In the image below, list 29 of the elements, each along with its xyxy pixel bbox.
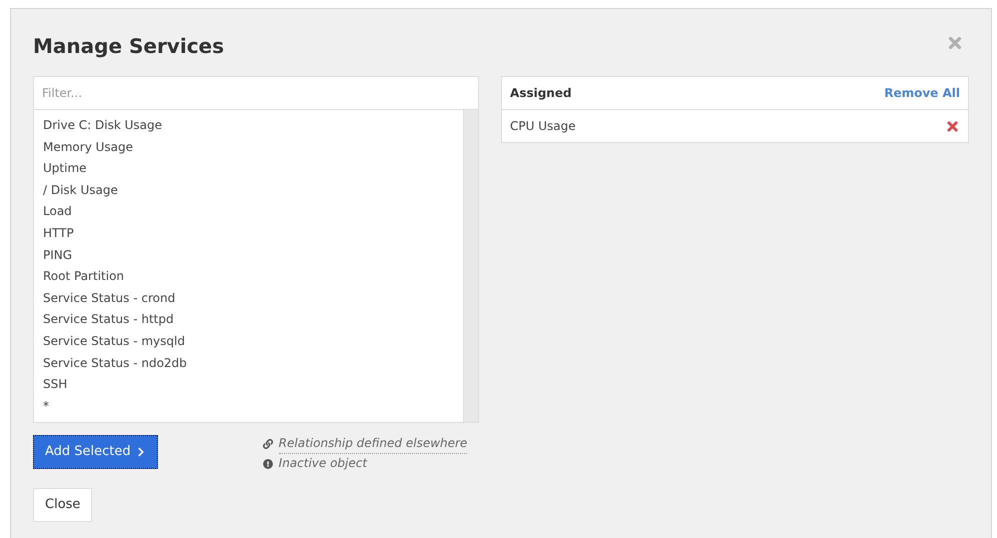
close-button[interactable]: Close [33, 488, 92, 522]
service-item[interactable]: Load [43, 201, 72, 223]
assigned-heading: Assigned [510, 85, 572, 102]
service-item[interactable]: Uptime [43, 158, 87, 180]
service-item[interactable]: Service Status - ndo2db [43, 352, 187, 374]
service-item[interactable]: Memory Usage [43, 136, 134, 158]
service-item[interactable]: Service Status - crond [43, 288, 176, 310]
service-item[interactable]: / Disk Usage [43, 180, 118, 202]
legend-text: Inactive object [278, 455, 368, 472]
close-icon[interactable] [946, 34, 964, 52]
service-item[interactable]: Service Status - mysqld [43, 330, 185, 353]
remove-all-link[interactable]: Remove All [884, 84, 960, 102]
alert-icon [262, 458, 273, 468]
dialog-title: Manage Services [33, 33, 224, 59]
filter-field[interactable]: Filter... [33, 76, 480, 110]
chevron-icon [136, 447, 146, 457]
assigned-item: CPU Usage [510, 118, 576, 135]
service-item[interactable]: Root Partition [43, 266, 124, 288]
service-item[interactable]: * [43, 396, 49, 418]
service-item[interactable]: PING [43, 244, 72, 266]
service-item[interactable]: HTTP [43, 222, 74, 245]
link-icon [262, 439, 273, 449]
service-item[interactable]: Drive C: Disk Usage [43, 115, 162, 137]
service-item[interactable]: Service Status - httpd [43, 309, 174, 331]
scrollbar[interactable] [463, 110, 478, 422]
service-item[interactable]: SSH [43, 374, 68, 396]
add-selected-button[interactable]: Add Selected [33, 435, 158, 469]
remove-icon[interactable] [945, 118, 960, 134]
legend-text: Relationship defined elsewhere [278, 434, 468, 454]
